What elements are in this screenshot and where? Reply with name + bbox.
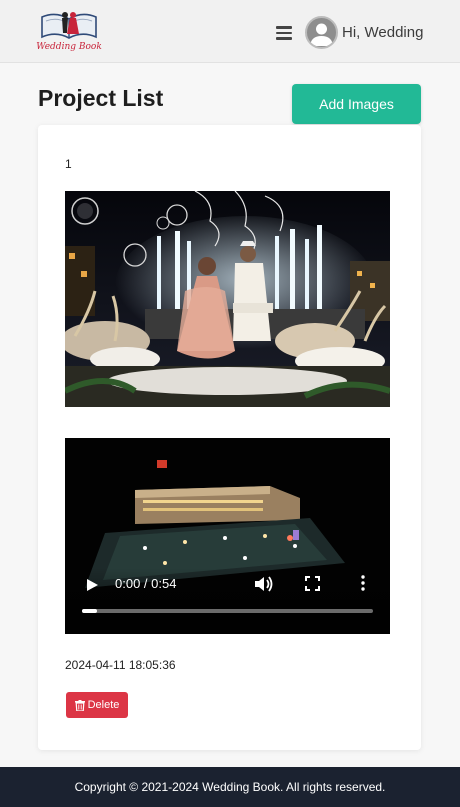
fullscreen-icon[interactable]: [305, 576, 320, 591]
delete-button[interactable]: Delete: [66, 692, 128, 718]
top-navbar: Wedding Book Hi, Wedding: [0, 0, 460, 63]
video-time: 0:00 / 0:54: [115, 576, 177, 591]
video-progress-bar[interactable]: [82, 609, 373, 613]
video-player[interactable]: 0:00 / 0:54: [65, 438, 390, 634]
add-images-button[interactable]: Add Images: [292, 84, 421, 124]
project-card: 1 0:00 / 0:54 2024-04-11 18:05:36 Delete: [38, 125, 421, 750]
hamburger-menu-icon[interactable]: [276, 26, 292, 40]
copyright-text: Copyright © 2021-2024 Wedding Book. All …: [74, 780, 386, 794]
logo-text: Wedding Book: [36, 42, 102, 52]
book-couple-emblem: [41, 12, 97, 39]
project-timestamp: 2024-04-11 18:05:36: [65, 658, 176, 672]
user-silhouette-icon: [310, 23, 333, 46]
page-title: Project List: [38, 85, 164, 111]
more-options-icon[interactable]: [360, 574, 366, 592]
footer: Copyright © 2021-2024 Wedding Book. All …: [0, 767, 460, 807]
user-greeting[interactable]: Hi, Wedding: [342, 24, 423, 41]
play-icon[interactable]: [85, 578, 99, 592]
video-progress-fill: [82, 609, 97, 613]
wedding-couple-photo[interactable]: [65, 191, 390, 407]
wedding-book-logo[interactable]: Wedding Book: [36, 7, 102, 57]
delete-label: Delete: [87, 699, 120, 711]
video-controls: [65, 574, 390, 634]
volume-icon[interactable]: [254, 575, 274, 593]
project-number: 1: [65, 157, 72, 171]
user-avatar[interactable]: [305, 16, 338, 49]
trash-icon: [74, 699, 85, 711]
wedding-couple-photo-graphic: [65, 191, 390, 407]
